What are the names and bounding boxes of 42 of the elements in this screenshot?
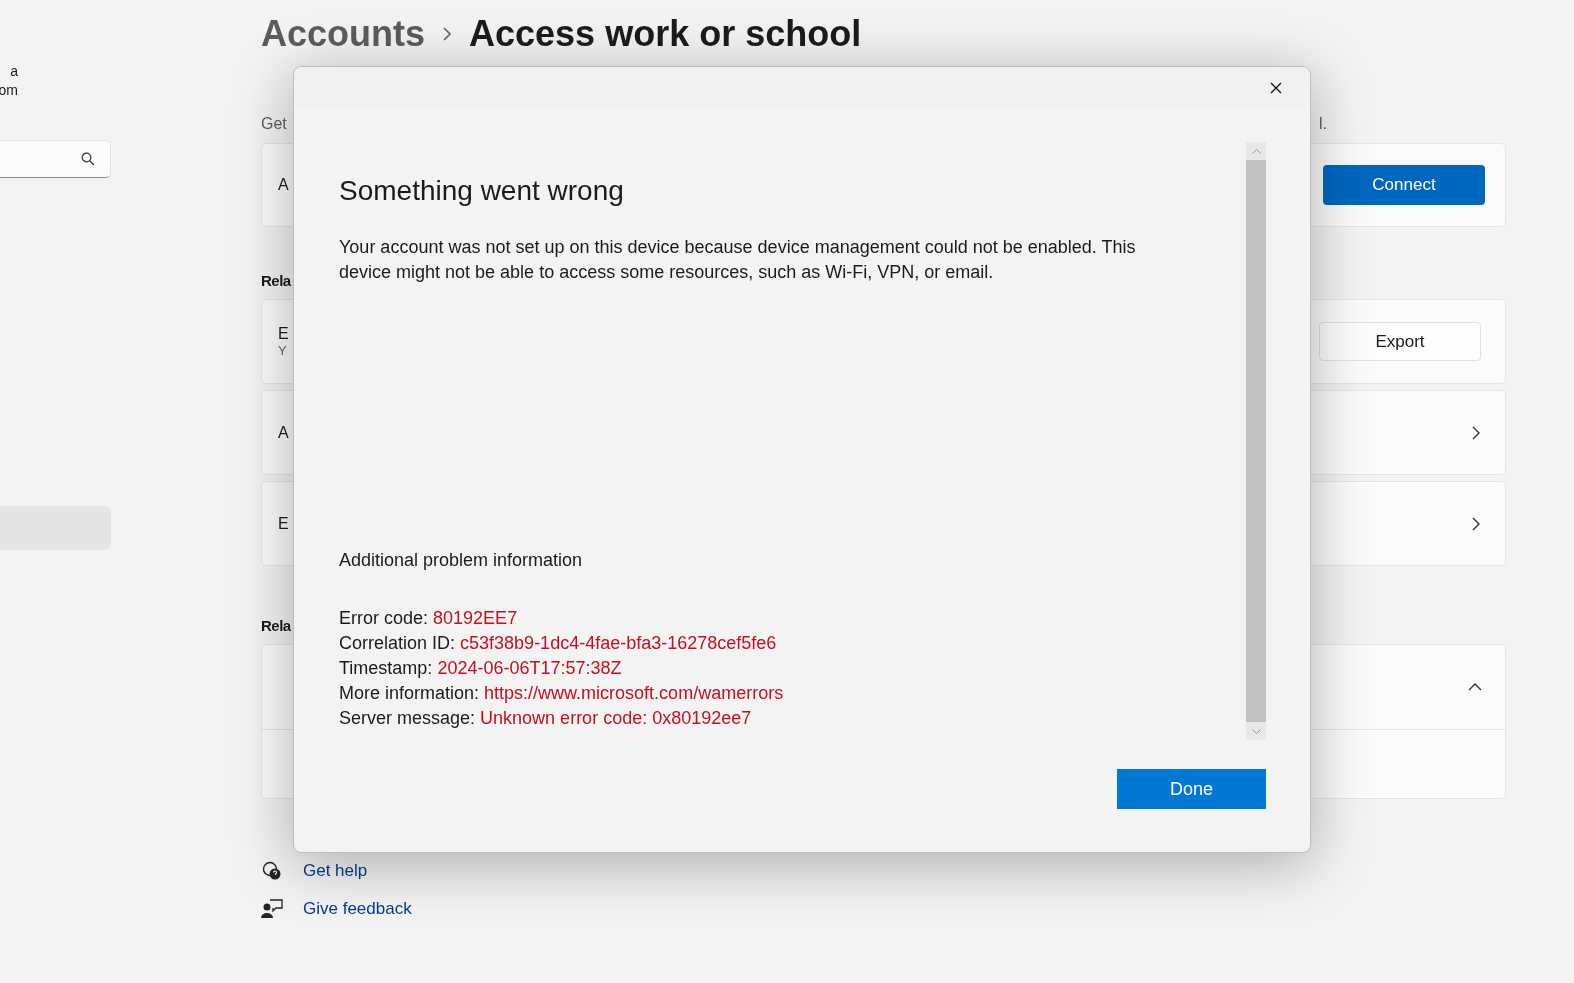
detail-value: Unknown error code: 0x80192ee7 — [480, 708, 752, 728]
chevron-right-icon — [1471, 515, 1481, 532]
scroll-down-icon — [1251, 728, 1261, 734]
detail-value: 80192EE7 — [433, 608, 518, 628]
search-field[interactable] — [0, 140, 111, 178]
chevron-right-icon — [443, 27, 452, 41]
breadcrumb-parent[interactable]: Accounts — [261, 10, 426, 58]
card-title: A — [278, 423, 289, 442]
detail-value: 2024-06-06T17:57:38Z — [437, 658, 622, 678]
intro-text: Get — [261, 115, 287, 133]
chevron-right-icon — [1471, 424, 1481, 441]
page-title: Access work or school — [469, 12, 862, 56]
section-header: Rela — [261, 272, 291, 289]
export-button[interactable]: Export — [1319, 322, 1481, 361]
card-title: E — [278, 514, 289, 533]
error-message: Your account was not set up on this device because device management could not be enabled. This device might not be able to access some resources, such as Wi-Fi, VPN, or email. — [339, 236, 1137, 284]
detail-value: https://www.microsoft.com/wamerrors — [484, 683, 784, 703]
intro-text-end: l. — [1319, 115, 1327, 133]
scroll-up-icon — [1251, 148, 1261, 154]
card-title: A — [278, 176, 289, 194]
detail-label: Timestamp: — [339, 658, 433, 678]
dialog-title: Something went wrong — [339, 175, 625, 207]
user-account-text: om — [0, 81, 18, 100]
details-header: Additional problem information — [339, 550, 584, 571]
help-icon — [261, 861, 283, 881]
connect-button[interactable]: Connect — [1323, 165, 1485, 205]
user-account-text: a — [10, 62, 18, 81]
feedback-icon — [261, 899, 283, 919]
detail-label: More information: — [339, 683, 480, 703]
detail-label: Error code: — [339, 608, 429, 628]
chevron-up-icon — [1467, 682, 1483, 692]
detail-value: c53f38b9-1dc4-4fae-bfa3-16278cef5fe6 — [460, 633, 777, 653]
card-title: E — [278, 325, 289, 343]
done-button[interactable]: Done — [1117, 769, 1266, 809]
card-subtitle: Y — [278, 343, 288, 358]
close-icon — [1270, 82, 1282, 94]
detail-label: Server message: — [339, 708, 476, 728]
section-header: Rela — [261, 617, 291, 634]
search-icon — [81, 152, 95, 166]
get-help-link[interactable]: Get help — [303, 861, 368, 881]
detail-label: Correlation ID: — [339, 633, 456, 653]
give-feedback-link[interactable]: Give feedback — [303, 899, 412, 919]
